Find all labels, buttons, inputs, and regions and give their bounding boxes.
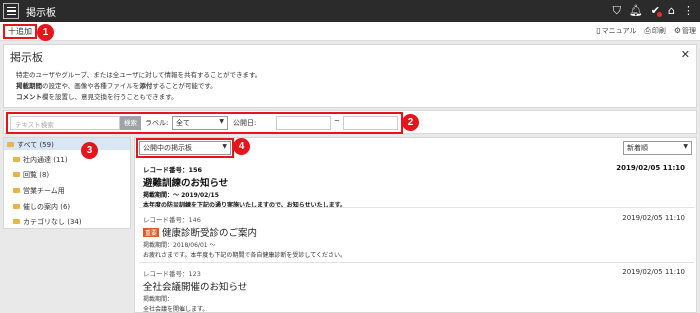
important-tag: 重要 xyxy=(143,228,160,237)
category-item-all[interactable]: すべて (59) xyxy=(4,138,130,150)
folder-icon xyxy=(13,172,20,177)
record-period: 掲載期間： xyxy=(143,296,174,303)
manual-link[interactable]: ▯マニュアル xyxy=(596,26,636,36)
record-number: レコード番号：146 xyxy=(143,216,201,224)
label-select[interactable]: 全て ▼ xyxy=(172,116,228,130)
category-sidebar: すべて (59) 社内通達 (11) 回覧 (8) 営業チーム用 催しの案内 (… xyxy=(3,137,131,229)
list-item[interactable]: レコード番号：123 2019/02/05 11:10 全社会議開催のお知らせ … xyxy=(143,268,691,313)
folder-icon xyxy=(13,188,20,193)
folder-icon xyxy=(13,204,20,209)
folder-icon xyxy=(13,219,20,224)
category-item-circular[interactable]: 回覧 (8) xyxy=(13,170,49,180)
close-icon[interactable]: ✕ xyxy=(681,48,690,61)
shield-icon[interactable]: ⛉ xyxy=(613,4,621,18)
description-panel: 掲示板 ✕ 特定のユーザやグループ、または全ユーザに対して情報を共有することがで… xyxy=(3,44,697,108)
list-item[interactable]: レコード番号：156 2019/02/05 11:10 避難訓練のお知らせ 掲載… xyxy=(143,164,691,209)
search-input[interactable]: テキスト検索 xyxy=(10,116,120,130)
chevron-down-icon: ▼ xyxy=(683,143,688,150)
more-vertical-icon[interactable]: ⋮ xyxy=(683,4,694,18)
record-title[interactable]: 全社会議開催のお知らせ xyxy=(143,279,691,293)
category-item-sales-team[interactable]: 営業チーム用 xyxy=(13,186,65,196)
record-number: レコード番号：123 xyxy=(143,270,201,278)
search-button[interactable]: 検索 xyxy=(120,116,141,130)
app-title: 掲示板 xyxy=(26,7,56,19)
home-icon[interactable]: ⌂ xyxy=(668,4,675,18)
toolbar-links: ▯マニュアル ⎙印刷 ⚙管理 xyxy=(596,26,696,36)
record-date: 2019/02/05 11:10 xyxy=(616,164,685,172)
record-body: お疲れさまです。本年度も下記の期間で各自健康診断を受診してください。 xyxy=(143,252,347,259)
record-number: レコード番号：156 xyxy=(143,166,203,174)
printer-icon: ⎙ xyxy=(644,26,651,35)
chevron-down-icon: ▼ xyxy=(219,118,224,125)
date-to-field[interactable] xyxy=(343,116,398,130)
header-icons: ⛉ 🔔︎ ✔ ⌂ ⋮ xyxy=(613,4,694,18)
divider xyxy=(139,262,694,263)
category-item-uncategorized[interactable]: カテゴリなし (34) xyxy=(13,217,82,227)
toolbar: 十追加 ▯マニュアル ⎙印刷 ⚙管理 xyxy=(0,22,700,41)
sort-select[interactable]: 新着順 ▼ xyxy=(623,141,692,155)
record-body: 全社会議を開催します。 xyxy=(143,306,209,313)
add-button[interactable]: 十追加 xyxy=(3,24,37,39)
app-header: 掲示板 ⛉ 🔔︎ ✔ ⌂ ⋮ xyxy=(0,0,700,22)
publish-date-label: 公開日: xyxy=(233,119,257,127)
record-title[interactable]: 避難訓練のお知らせ xyxy=(143,175,691,189)
book-icon: ▯ xyxy=(596,26,601,35)
page-title: 掲示板 xyxy=(10,51,43,64)
divider xyxy=(139,207,694,208)
checkmark-icon[interactable]: ✔ xyxy=(651,4,663,18)
category-item-events[interactable]: 催しの案内 (6) xyxy=(13,202,70,212)
record-period: 掲載期間：2018/06/01 ～ xyxy=(143,242,216,249)
description-line-3: コメント欄を設置し、意見交換を行うこともできます。 xyxy=(16,93,178,101)
record-date: 2019/02/05 11:10 xyxy=(622,214,685,222)
bell-icon[interactable]: 🔔︎ xyxy=(629,4,643,18)
label-filter-label: ラベル: xyxy=(145,119,169,127)
date-from-field[interactable] xyxy=(276,116,331,130)
callout-badge-4: 4 xyxy=(233,138,250,155)
board-list-panel: 公開中の掲示板 ▼ 新着順 ▼ レコード番号：156 2019/02/05 11:1… xyxy=(134,137,697,313)
callout-badge-3: 3 xyxy=(81,142,98,159)
hamburger-menu-button[interactable] xyxy=(3,3,19,19)
admin-link[interactable]: ⚙管理 xyxy=(674,26,696,36)
callout-badge-2: 2 xyxy=(402,114,419,131)
description-line-1: 特定のユーザやグループ、または全ユーザに対して情報を共有することができます。 xyxy=(16,71,262,79)
print-link[interactable]: ⎙印刷 xyxy=(644,26,665,36)
folder-icon xyxy=(7,142,14,147)
date-separator: ~ xyxy=(334,117,340,125)
category-item-notice[interactable]: 社内通達 (11) xyxy=(13,155,68,165)
record-period: 掲載期間：～ 2019/02/15 xyxy=(143,192,219,199)
callout-badge-1: 1 xyxy=(37,24,54,41)
gear-icon: ⚙ xyxy=(673,26,681,35)
record-date: 2019/02/05 11:10 xyxy=(622,268,685,276)
folder-icon xyxy=(13,157,20,162)
status-select[interactable]: 公開中の掲示板 ▼ xyxy=(139,141,231,155)
chevron-down-icon: ▼ xyxy=(222,143,227,150)
filter-bar: テキスト検索 検索 ラベル: 全て ▼ 公開日: ~ xyxy=(3,110,697,134)
description-line-2: 掲載期間の設定や、画像や各種ファイルを添付することが可能です。 xyxy=(16,82,217,90)
record-title[interactable]: 重要 健康診断受診のご案内 xyxy=(143,225,691,239)
list-item[interactable]: レコード番号：146 2019/02/05 11:10 重要 健康診断受診のご案内… xyxy=(143,214,691,259)
